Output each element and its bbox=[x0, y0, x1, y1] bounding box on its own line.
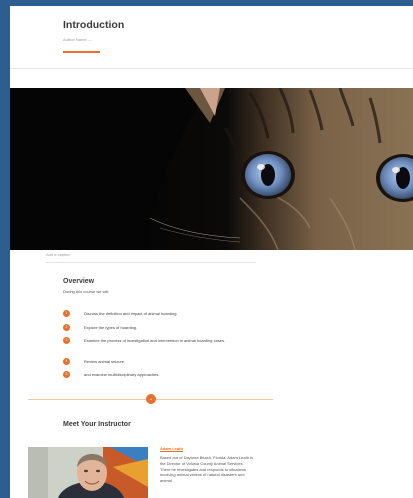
title-underline bbox=[63, 51, 100, 53]
lesson-header: Introduction Author Name — bbox=[10, 6, 413, 69]
overview-subtitle: During this course we will: bbox=[63, 289, 110, 294]
list-item: 3 Examine the process of investigation a… bbox=[63, 337, 239, 344]
list-number-badge: 4 bbox=[63, 358, 70, 365]
author-name[interactable]: Author Name — bbox=[63, 37, 92, 42]
overview-heading: Overview bbox=[63, 278, 95, 285]
cat-photo bbox=[10, 88, 413, 250]
list-number-badge: 2 bbox=[63, 324, 70, 331]
list-item: 2 Explore the types of hoarding. bbox=[63, 324, 239, 331]
list-item-text: and examine multidisciplinary approaches… bbox=[84, 372, 160, 377]
page-title: Introduction bbox=[63, 19, 125, 31]
list-item-text: Explore the types of hoarding. bbox=[84, 325, 138, 330]
list-item-text: Review animal seizure. bbox=[84, 359, 126, 364]
instructor-photo bbox=[28, 447, 148, 498]
list-item-text: Discuss the definition and impact of ani… bbox=[84, 311, 178, 316]
instructor-heading: Meet Your Instructor bbox=[63, 421, 131, 428]
list-number-badge: 3 bbox=[63, 337, 70, 344]
image-caption-input[interactable]: Add a caption bbox=[46, 252, 70, 257]
list-item: 1 Discuss the definition and impact of a… bbox=[63, 310, 239, 317]
hero-image[interactable] bbox=[10, 88, 413, 250]
instructor-bio: Based out of Daytona Beach, Florida, Ada… bbox=[160, 455, 253, 484]
list-item: 5 and examine multidisciplinary approach… bbox=[63, 371, 239, 378]
caption-underline bbox=[46, 262, 256, 263]
list-item: 4 Review animal seizure. bbox=[63, 358, 239, 365]
list-item-text: Examine the process of investigation and… bbox=[84, 338, 226, 343]
list-number-badge: 5 bbox=[63, 371, 70, 378]
list-number-badge: 1 bbox=[63, 310, 70, 317]
lesson-page: Introduction Author Name — Add a caption… bbox=[10, 6, 413, 498]
instructor-name-link[interactable]: Adam Leath bbox=[160, 446, 183, 451]
instructor-portrait bbox=[28, 447, 148, 498]
chevron-down-icon[interactable]: ⌄ bbox=[146, 394, 156, 404]
